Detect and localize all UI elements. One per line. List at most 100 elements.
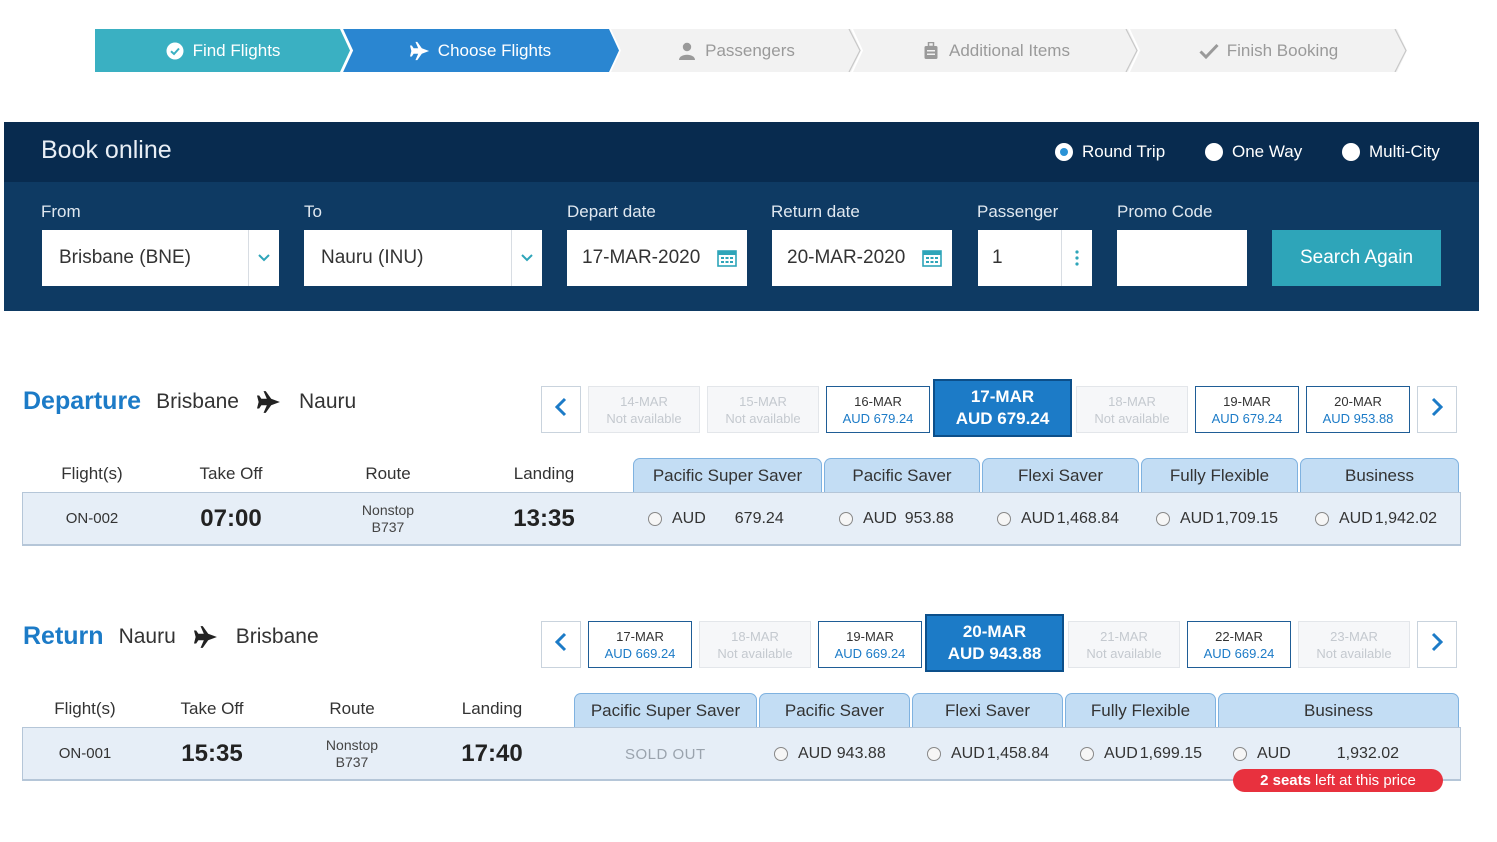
- fare-amount: 1,709.15: [1215, 510, 1279, 527]
- return-date-field[interactable]: 20-MAR-2020: [772, 230, 952, 286]
- chevron-left-icon: [554, 632, 567, 657]
- step-find-flights[interactable]: Find Flights: [95, 29, 350, 72]
- fare-option-business[interactable]: AUD 1,942.02: [1315, 510, 1437, 528]
- return-date-label: Return date: [771, 202, 860, 221]
- chevron-down-icon[interactable]: [248, 230, 279, 286]
- radio-icon[interactable]: [1233, 747, 1247, 761]
- step-label: Finish Booking: [1226, 40, 1339, 60]
- radio-icon[interactable]: [1156, 512, 1170, 526]
- trip-type-multi-city[interactable]: Multi-City: [1342, 142, 1440, 162]
- fare-amount: 953.88: [904, 510, 954, 527]
- radio-icon[interactable]: [1342, 143, 1360, 161]
- book-online-header: Book online Round Trip One Way Multi-Cit…: [4, 122, 1479, 182]
- fare-tab-fully-flexible: Fully Flexible: [1141, 458, 1298, 493]
- return-date-17-mar[interactable]: 17-MAR AUD 669.24: [588, 621, 692, 668]
- radio-icon[interactable]: [927, 747, 941, 761]
- step-label: Find Flights: [192, 40, 281, 60]
- departure-prev-dates-button[interactable]: [541, 386, 581, 433]
- trip-type-label: Multi-City: [1369, 142, 1440, 161]
- date-price: Not available: [1316, 645, 1392, 661]
- seats-left-badge: 2 seats left at this price: [1233, 769, 1443, 792]
- trip-type-round-trip[interactable]: Round Trip: [1055, 142, 1165, 162]
- radio-icon[interactable]: [648, 512, 662, 526]
- fare-option-pacific-saver[interactable]: AUD 953.88: [839, 510, 954, 528]
- luggage-icon: [921, 41, 941, 61]
- radio-icon[interactable]: [997, 512, 1011, 526]
- radio-icon[interactable]: [774, 747, 788, 761]
- departure-date-19-mar[interactable]: 19-MAR AUD 679.24: [1195, 386, 1299, 433]
- passenger-select[interactable]: 1: [978, 230, 1092, 286]
- fare-option-pacific-super-saver[interactable]: AUD 679.24: [648, 510, 784, 528]
- fare-currency: AUD: [1180, 510, 1214, 527]
- return-prev-dates-button[interactable]: [541, 621, 581, 668]
- chevron-right-icon: [1431, 397, 1444, 422]
- fare-option-pacific-saver[interactable]: AUD 943.88: [774, 745, 886, 763]
- col-flights: Flight(s): [61, 464, 123, 483]
- fare-amount: 679.24: [734, 510, 784, 527]
- date-label: 20-MAR: [1334, 393, 1382, 409]
- fare-tab-pacific-super-saver: Pacific Super Saver: [633, 458, 822, 493]
- fare-option-fully-flexible[interactable]: AUD 1,699.15: [1080, 745, 1202, 763]
- departure-next-dates-button[interactable]: [1417, 386, 1457, 433]
- calendar-icon[interactable]: [922, 249, 942, 267]
- return-origin: Nauru: [118, 624, 176, 648]
- radio-selected-icon[interactable]: [1055, 143, 1073, 161]
- step-label: Choose Flights: [437, 40, 552, 60]
- to-select[interactable]: Nauru (INU): [304, 230, 542, 286]
- trip-type-one-way[interactable]: One Way: [1205, 142, 1302, 162]
- check-circle-icon: [165, 41, 185, 61]
- chevron-down-icon[interactable]: [511, 230, 542, 286]
- landing-time: 17:40: [461, 740, 523, 767]
- fare-currency: AUD: [798, 745, 832, 762]
- step-additional-items[interactable]: Additional Items: [853, 29, 1138, 72]
- fare-option-business[interactable]: AUD 1,932.02: [1233, 745, 1399, 763]
- seats-count: 2 seats: [1260, 772, 1311, 789]
- fare-option-flexi-saver[interactable]: AUD 1,468.84: [997, 510, 1119, 528]
- fare-option-flexi-saver[interactable]: AUD 1,458.84: [927, 745, 1049, 763]
- departure-date-20-mar[interactable]: 20-MAR AUD 953.88: [1306, 386, 1410, 433]
- chevron-right-icon: [1431, 632, 1444, 657]
- calendar-icon[interactable]: [717, 249, 737, 267]
- radio-icon[interactable]: [1315, 512, 1329, 526]
- trip-type-label: One Way: [1232, 142, 1303, 161]
- col-take-off: Take Off: [199, 464, 263, 483]
- fare-currency: AUD: [672, 510, 706, 527]
- route-type: Nonstop: [361, 502, 415, 518]
- departure-date-17-mar-selected[interactable]: 17-MAR AUD 679.24: [933, 379, 1072, 437]
- step-choose-flights[interactable]: Choose Flights: [342, 29, 619, 72]
- col-flights: Flight(s): [54, 699, 116, 718]
- vertical-dots-icon[interactable]: [1061, 230, 1092, 286]
- radio-icon[interactable]: [839, 512, 853, 526]
- radio-icon[interactable]: [1080, 747, 1094, 761]
- date-price: Not available: [606, 410, 682, 426]
- departure-date-15-mar: 15-MAR Not available: [707, 386, 819, 433]
- to-value: Nauru (INU): [321, 247, 424, 268]
- return-date-20-mar-selected[interactable]: 20-MAR AUD 943.88: [925, 614, 1064, 672]
- date-price: AUD 679.24: [842, 410, 914, 426]
- to-label: To: [304, 202, 322, 221]
- return-date-22-mar[interactable]: 22-MAR AUD 669.24: [1187, 621, 1291, 668]
- date-label: 17-MAR: [970, 387, 1035, 406]
- fare-option-fully-flexible[interactable]: AUD 1,709.15: [1156, 510, 1278, 528]
- return-date-19-mar[interactable]: 19-MAR AUD 669.24: [818, 621, 922, 668]
- step-finish-booking[interactable]: Finish Booking: [1130, 29, 1407, 72]
- route-type: Nonstop: [325, 737, 379, 753]
- promo-code-input[interactable]: [1117, 230, 1247, 286]
- fare-currency: AUD: [1257, 745, 1291, 762]
- step-passengers[interactable]: Passengers: [611, 29, 861, 72]
- depart-date-field[interactable]: 17-MAR-2020: [567, 230, 747, 286]
- return-next-dates-button[interactable]: [1417, 621, 1457, 668]
- from-select[interactable]: Brisbane (BNE): [42, 230, 279, 286]
- radio-icon[interactable]: [1205, 143, 1223, 161]
- aircraft-type: B737: [335, 754, 369, 770]
- airplane-icon: [193, 625, 218, 648]
- promo-code-label: Promo Code: [1117, 202, 1213, 221]
- route-info: Nonstop B737: [338, 502, 438, 536]
- return-date-23-mar: 23-MAR Not available: [1298, 621, 1410, 668]
- departure-date-14-mar: 14-MAR Not available: [588, 386, 700, 433]
- search-again-button[interactable]: Search Again: [1272, 230, 1441, 286]
- departure-date-16-mar[interactable]: 16-MAR AUD 679.24: [826, 386, 930, 433]
- seats-text: left at this price: [1314, 772, 1416, 789]
- step-label: Additional Items: [949, 40, 1070, 60]
- date-price: Not available: [1086, 645, 1162, 661]
